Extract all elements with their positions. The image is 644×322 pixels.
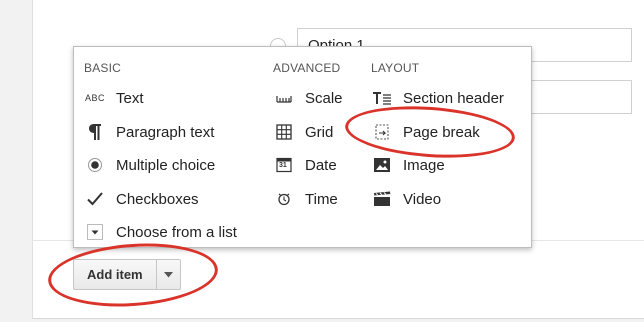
add-item-menu: BASIC ABC Text Paragraph text Multiple c… [73, 46, 532, 248]
menu-item-choose-from-list[interactable]: Choose from a list [84, 219, 237, 245]
add-item-button[interactable]: Add item [73, 259, 156, 290]
radio-icon [84, 154, 106, 176]
menu-item-image[interactable]: Image [371, 152, 445, 178]
checkmark-icon [84, 188, 106, 210]
calendar-icon: 31 [273, 154, 295, 176]
menu-item-label: Section header [403, 89, 504, 107]
abc-text-icon: ABC [84, 93, 105, 103]
menu-item-label: Time [305, 190, 338, 208]
menu-item-page-break[interactable]: Page break [371, 119, 480, 145]
menu-item-label: Page break [403, 123, 480, 141]
add-item-dropdown-button[interactable] [155, 259, 181, 290]
section-header-icon [371, 87, 393, 109]
dropdown-icon [84, 221, 106, 243]
video-icon [371, 188, 393, 210]
layout-heading: LAYOUT [371, 61, 420, 75]
menu-item-time[interactable]: Time [273, 186, 338, 212]
menu-item-date[interactable]: 31 Date [273, 152, 337, 178]
menu-item-label: Date [305, 156, 337, 174]
menu-item-label: Text [116, 89, 144, 107]
menu-item-video[interactable]: Video [371, 186, 441, 212]
add-item-split-button: Add item [73, 259, 181, 290]
menu-item-label: Grid [305, 123, 334, 141]
menu-item-multiple-choice[interactable]: Multiple choice [84, 152, 215, 178]
grid-icon [273, 121, 295, 143]
menu-item-label: Choose from a list [116, 223, 237, 241]
page-break-icon [371, 121, 393, 143]
menu-item-label: Checkboxes [116, 190, 199, 208]
chevron-down-icon [163, 271, 173, 277]
menu-item-checkboxes[interactable]: Checkboxes [84, 186, 199, 212]
menu-item-label: Paragraph text [116, 123, 215, 141]
image-icon [371, 154, 393, 176]
menu-item-grid[interactable]: Grid [273, 119, 333, 145]
menu-item-section-header[interactable]: Section header [371, 85, 504, 111]
advanced-heading: ADVANCED [273, 61, 341, 75]
basic-heading: BASIC [84, 61, 122, 75]
calendar-day: 31 [279, 162, 287, 169]
menu-item-label: Scale [305, 89, 343, 107]
menu-item-label: Image [403, 156, 445, 174]
menu-item-label: Video [403, 190, 442, 208]
scale-icon [273, 87, 295, 109]
clock-icon [273, 188, 295, 210]
menu-item-text[interactable]: ABC Text [84, 85, 144, 111]
paragraph-icon [84, 121, 106, 143]
menu-item-scale[interactable]: Scale [273, 85, 343, 111]
menu-item-paragraph-text[interactable]: Paragraph text [84, 119, 214, 145]
menu-item-label: Multiple choice [116, 156, 216, 174]
